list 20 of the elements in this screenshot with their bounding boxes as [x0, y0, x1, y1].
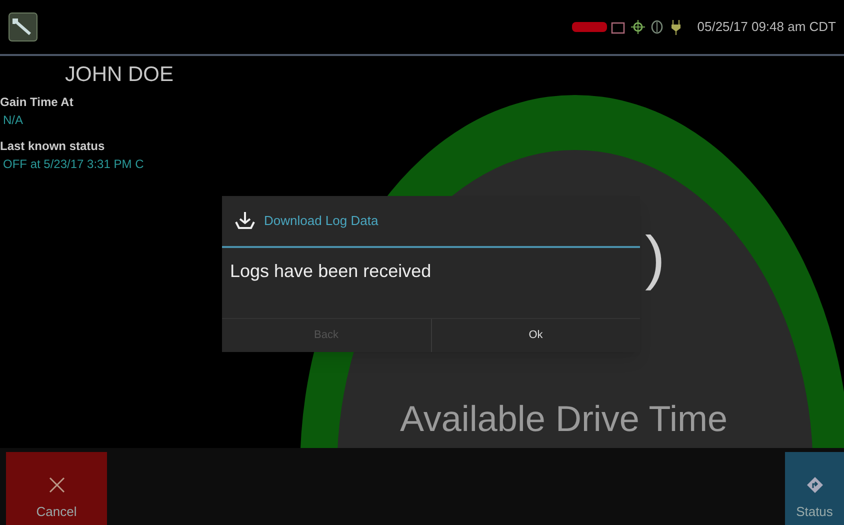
- battery-low-icon: [572, 22, 608, 32]
- drive-time-value: ): [645, 228, 665, 288]
- download-icon: [234, 211, 256, 231]
- plug-icon: [671, 19, 682, 35]
- gps-icon: [631, 20, 646, 34]
- direction-sign-icon: [806, 476, 824, 494]
- gauge-caption: Available Drive Time: [400, 397, 728, 441]
- field-label: Last known status: [0, 138, 106, 154]
- date-time: 05/25/17 09:48 am CDT: [697, 18, 836, 36]
- dialog-title: Download Log Data: [264, 212, 378, 230]
- driver-name: JOHN DOE: [64, 62, 175, 88]
- field-value: N/A: [2, 112, 24, 128]
- cancel-button[interactable]: Cancel: [6, 452, 107, 525]
- field-value: OFF at 5/23/17 3:31 PM C: [2, 156, 145, 172]
- app-logo-icon: [8, 12, 38, 42]
- close-icon: [48, 476, 66, 494]
- dialog-button[interactable]: Ok: [430, 319, 640, 352]
- dialog-message: Logs have been received: [229, 260, 432, 283]
- field-label: Gain Time At: [0, 94, 74, 110]
- status-button[interactable]: Status: [785, 452, 844, 525]
